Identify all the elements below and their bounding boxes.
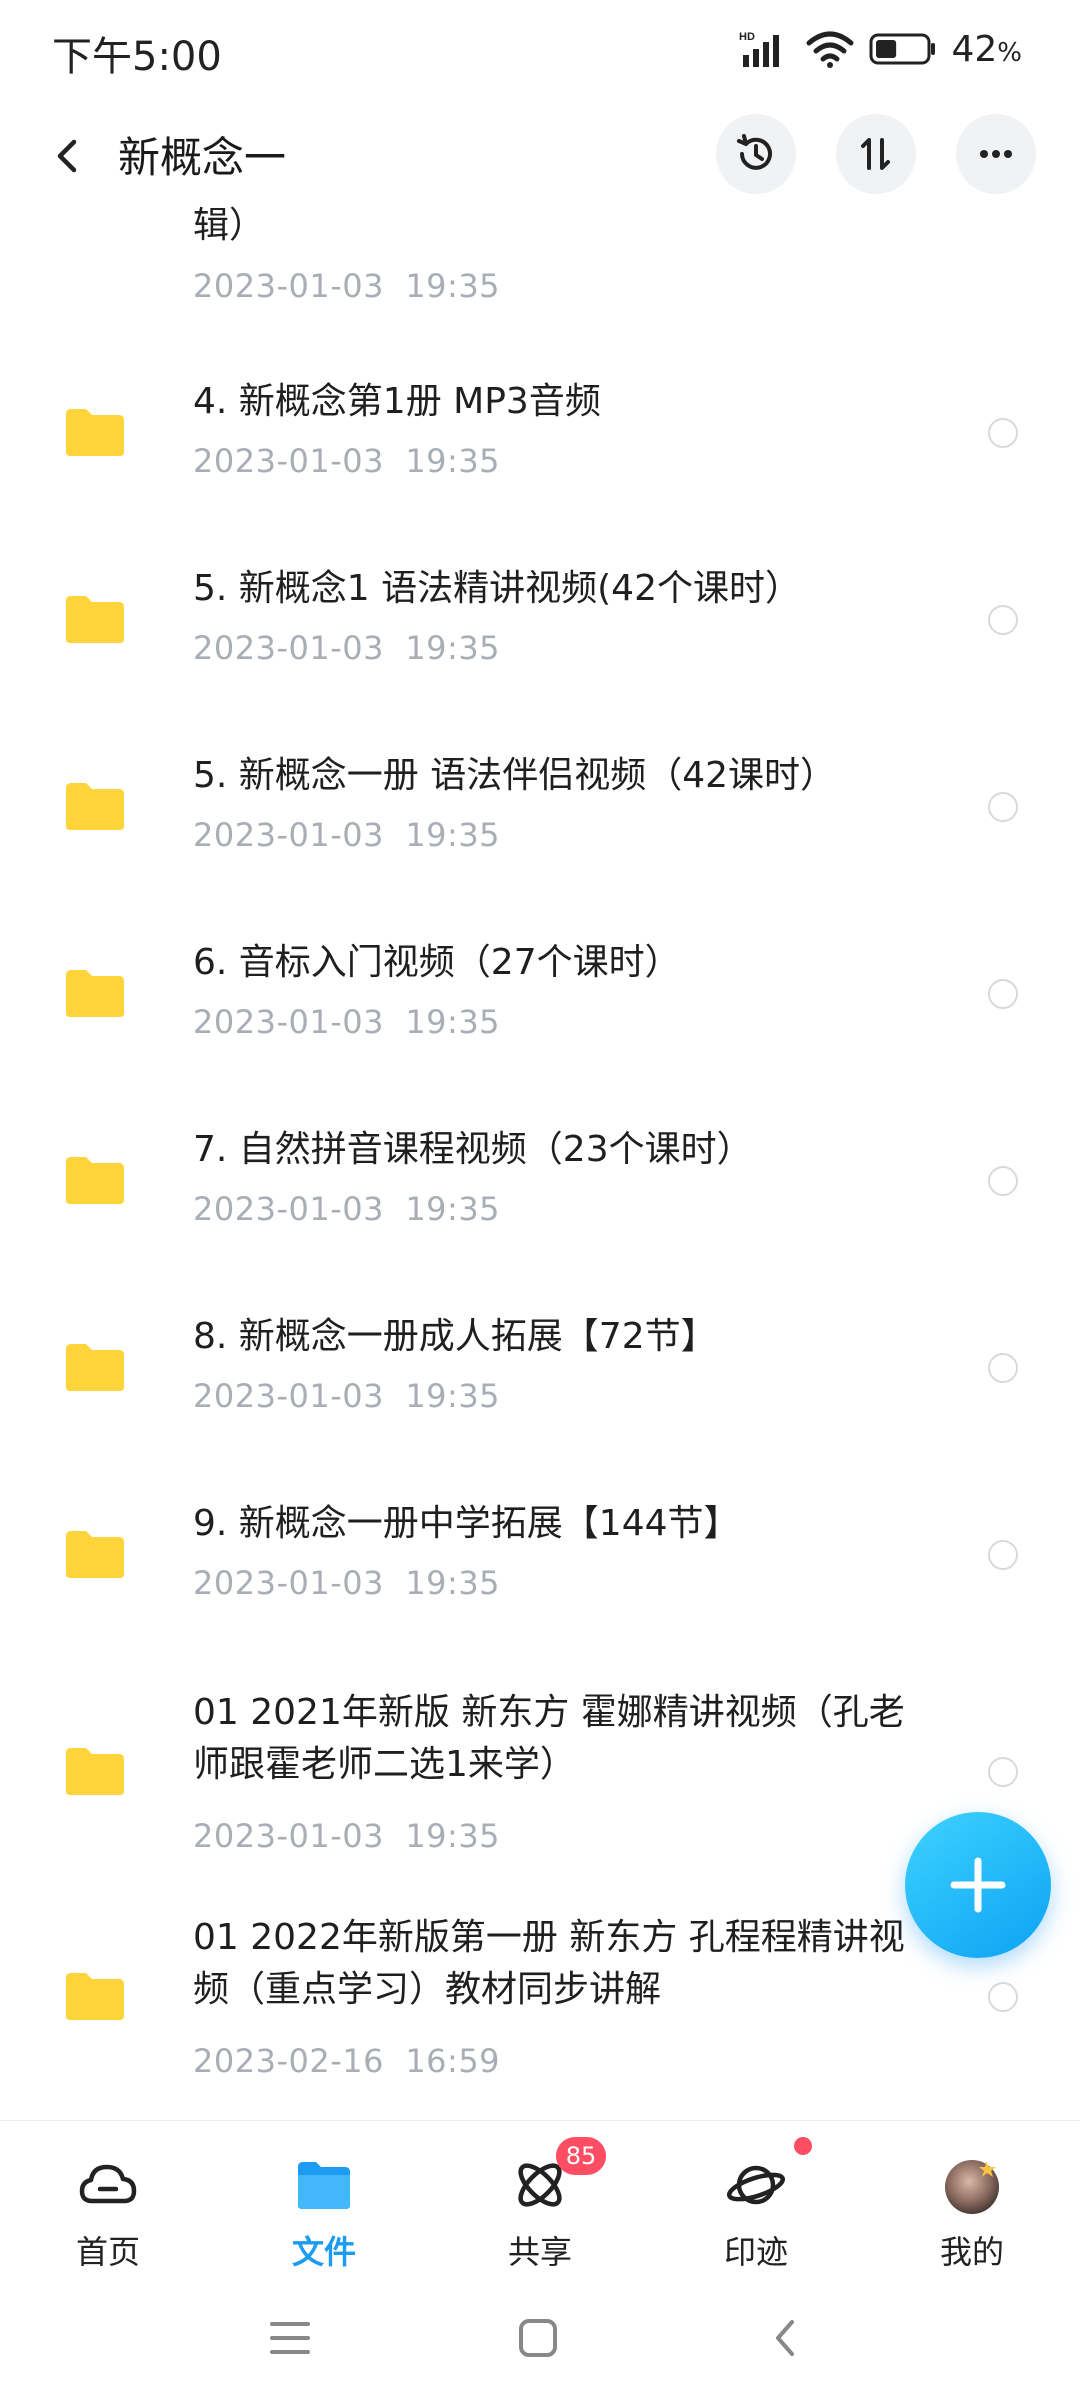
cloud-home-icon bbox=[79, 2164, 137, 2204]
item-title: 7. 自然拼音课程视频（23个课时） bbox=[193, 1129, 753, 1170]
back-icon bbox=[57, 139, 77, 173]
folder-icon bbox=[66, 409, 124, 456]
tab-files[interactable]: 文件 bbox=[244, 2143, 404, 2273]
bottom-navigation: 首页 文件 85 共享 印迹 我的 bbox=[0, 2120, 1080, 2281]
select-radio[interactable] bbox=[988, 1540, 1018, 1570]
sort-button[interactable] bbox=[836, 114, 916, 194]
history-icon bbox=[737, 134, 772, 170]
tab-home[interactable]: 首页 bbox=[28, 2143, 188, 2273]
item-date: 2023-01-03 19:35 bbox=[193, 1003, 501, 1041]
tab-me[interactable]: 我的 bbox=[892, 2143, 1052, 2273]
folder-icon bbox=[66, 1531, 124, 1578]
back-arrow-icon[interactable] bbox=[764, 2316, 808, 2360]
plus-icon bbox=[950, 1857, 1006, 1913]
tab-traces-label: 印迹 bbox=[723, 2233, 788, 2271]
folder-icon bbox=[66, 970, 124, 1017]
status-bar: 下午5:00 HD 42% bbox=[0, 0, 1080, 96]
item-date: 2023-01-03 19:35 bbox=[193, 816, 501, 854]
share-badge: 85 bbox=[556, 2137, 606, 2175]
menu-icon[interactable] bbox=[268, 2318, 312, 2358]
item-title: 8. 新概念一册成人拓展【72节】 bbox=[193, 1316, 717, 1357]
tab-traces[interactable]: 印迹 bbox=[676, 2137, 836, 2273]
battery-percent: 42% bbox=[951, 28, 1022, 70]
folder-icon bbox=[66, 1157, 124, 1204]
add-button[interactable] bbox=[905, 1812, 1051, 1958]
file-list[interactable]: 辑） 2023-01-03 19:35 4. 新概念第1册 MP3音频 2023… bbox=[0, 202, 1080, 2118]
back-button[interactable] bbox=[40, 128, 96, 184]
item-title: 辑） bbox=[193, 205, 266, 246]
tab-share[interactable]: 85 共享 bbox=[460, 2137, 620, 2273]
more-button[interactable] bbox=[956, 114, 1036, 194]
list-item[interactable]: 4. 新概念第1册 MP3音频 2023-01-03 19:35 bbox=[0, 348, 1080, 518]
signal-icon: HD bbox=[739, 31, 780, 67]
select-radio[interactable] bbox=[988, 1353, 1018, 1383]
select-radio[interactable] bbox=[988, 605, 1018, 635]
item-date: 2023-01-03 19:35 bbox=[193, 1190, 501, 1228]
network-label: HD bbox=[739, 31, 755, 43]
tab-me-label: 我的 bbox=[939, 2233, 1004, 2271]
status-indicators: HD 42% bbox=[739, 26, 1022, 72]
list-item[interactable]: 7. 自然拼音课程视频（23个课时） 2023-01-03 19:35 bbox=[0, 1096, 1080, 1266]
item-date: 2023-01-03 19:35 bbox=[193, 442, 501, 480]
folder-icon bbox=[66, 783, 124, 830]
item-title: 01 2022年新版第一册 新东方 孔程程精讲视频（重点学习）教材同步讲解 bbox=[193, 1917, 905, 2010]
system-navigation-bar bbox=[0, 2280, 1080, 2400]
select-radio[interactable] bbox=[988, 792, 1018, 822]
list-item[interactable]: 5. 新概念1 语法精讲视频(42个课时） 2023-01-03 19:35 bbox=[0, 535, 1080, 705]
item-date: 2023-01-03 19:35 bbox=[193, 1564, 501, 1602]
item-date: 2023-01-03 19:35 bbox=[193, 1377, 501, 1415]
tab-files-label: 文件 bbox=[291, 2233, 356, 2271]
select-radio[interactable] bbox=[988, 1757, 1018, 1787]
list-item[interactable]: 6. 音标入门视频（27个课时） 2023-01-03 19:35 bbox=[0, 909, 1080, 1079]
folder-icon bbox=[66, 1748, 124, 1795]
select-radio[interactable] bbox=[988, 418, 1018, 448]
item-title: 01 2021年新版 新东方 霍娜精讲视频（孔老师跟霍老师二选1来学） bbox=[193, 1692, 905, 1785]
list-item[interactable]: 8. 新概念一册成人拓展【72节】 2023-01-03 19:35 bbox=[0, 1283, 1080, 1453]
planet-icon bbox=[726, 2165, 786, 2205]
item-title: 5. 新概念1 语法精讲视频(42个课时） bbox=[193, 568, 801, 609]
top-app-bar: 新概念一 bbox=[0, 110, 1080, 202]
folder-icon bbox=[66, 596, 124, 643]
list-item[interactable]: 辑） 2023-01-03 19:35 bbox=[0, 202, 1080, 322]
item-title: 4. 新概念第1册 MP3音频 bbox=[193, 381, 601, 422]
item-title: 9. 新概念一册中学拓展【144节】 bbox=[193, 1503, 740, 1544]
item-title: 6. 音标入门视频（27个课时） bbox=[193, 942, 681, 983]
select-radio[interactable] bbox=[988, 979, 1018, 1009]
item-title: 5. 新概念一册 语法伴侣视频（42课时） bbox=[193, 755, 837, 796]
home-square-icon[interactable] bbox=[516, 2316, 560, 2360]
item-date: 2023-01-03 19:35 bbox=[193, 629, 501, 667]
history-button[interactable] bbox=[716, 114, 796, 194]
list-item[interactable]: 5. 新概念一册 语法伴侣视频（42课时） 2023-01-03 19:35 bbox=[0, 722, 1080, 892]
page-title: 新概念一 bbox=[118, 133, 287, 182]
list-item[interactable]: 9. 新概念一册中学拓展【144节】 2023-01-03 19:35 bbox=[0, 1470, 1080, 1640]
tab-home-label: 首页 bbox=[75, 2233, 140, 2271]
select-radio[interactable] bbox=[988, 1166, 1018, 1196]
folder-icon bbox=[66, 1973, 124, 2020]
folder-icon bbox=[66, 1344, 124, 1391]
tab-share-label: 共享 bbox=[507, 2233, 572, 2271]
more-icon bbox=[980, 150, 1012, 158]
wifi-icon bbox=[806, 31, 854, 68]
folder-icon bbox=[298, 2162, 350, 2209]
avatar bbox=[945, 2160, 999, 2214]
select-radio[interactable] bbox=[988, 1982, 1018, 2012]
status-time: 下午5:00 bbox=[52, 34, 222, 80]
notification-dot bbox=[794, 2137, 812, 2155]
battery-icon bbox=[869, 33, 936, 65]
item-date: 2023-01-03 19:35 bbox=[193, 267, 501, 305]
sort-icon bbox=[861, 138, 890, 170]
item-date: 2023-02-16 16:59 bbox=[193, 2042, 501, 2080]
item-date: 2023-01-03 19:35 bbox=[193, 1817, 501, 1855]
